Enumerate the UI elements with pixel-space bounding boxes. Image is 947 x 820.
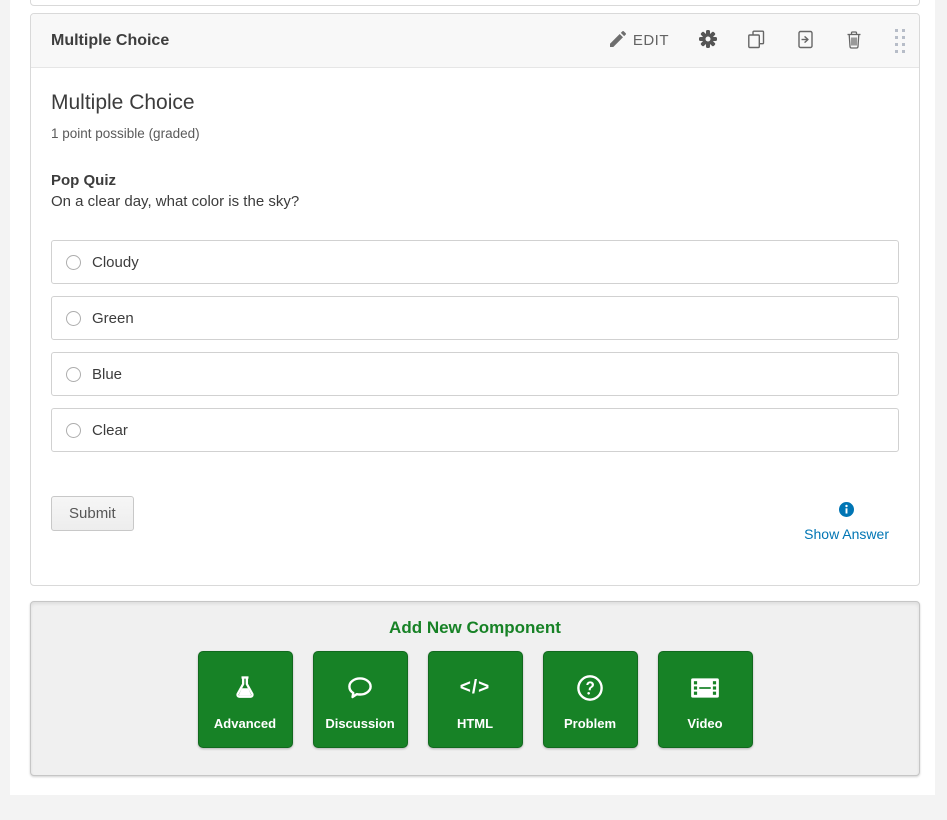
show-answer-link[interactable]: Show Answer bbox=[804, 526, 889, 542]
choice-label: Green bbox=[92, 310, 134, 327]
radio-button[interactable] bbox=[66, 367, 81, 382]
choice-label: Blue bbox=[92, 366, 122, 383]
add-button-label: Video bbox=[687, 716, 722, 731]
add-discussion-button[interactable]: Discussion bbox=[313, 651, 408, 748]
add-button-label: Problem bbox=[564, 716, 616, 731]
choice-group: Cloudy Green Blue Clear bbox=[51, 240, 899, 452]
move-button[interactable] bbox=[796, 30, 815, 52]
choice-option[interactable]: Green bbox=[51, 296, 899, 340]
drag-handle-icon[interactable] bbox=[895, 29, 905, 53]
component-card-header: Multiple Choice EDIT bbox=[31, 14, 919, 68]
speech-bubble-icon bbox=[345, 669, 375, 707]
previous-component-edge bbox=[30, 0, 920, 6]
flask-icon bbox=[231, 669, 259, 707]
component-actions: EDIT bbox=[610, 29, 905, 53]
choice-option[interactable]: Blue bbox=[51, 352, 899, 396]
problem-preview: Multiple Choice 1 point possible (graded… bbox=[31, 68, 919, 585]
info-icon bbox=[839, 502, 854, 522]
problem-actions-row: Submit Show Answer bbox=[51, 496, 899, 542]
points-text: 1 point possible (graded) bbox=[51, 125, 899, 143]
delete-button[interactable] bbox=[845, 30, 863, 52]
add-component-title: Add New Component bbox=[31, 602, 919, 638]
edit-button[interactable]: EDIT bbox=[610, 31, 669, 50]
gear-icon bbox=[699, 30, 717, 51]
move-icon bbox=[796, 30, 815, 52]
choice-label: Cloudy bbox=[92, 254, 139, 271]
add-video-button[interactable]: Video bbox=[658, 651, 753, 748]
choice-option[interactable]: Clear bbox=[51, 408, 899, 452]
duplicate-button[interactable] bbox=[747, 30, 766, 52]
content-area: Multiple Choice EDIT bbox=[10, 0, 935, 795]
add-button-label: Discussion bbox=[325, 716, 394, 731]
add-advanced-button[interactable]: Advanced bbox=[198, 651, 293, 748]
submit-button[interactable]: Submit bbox=[51, 496, 134, 531]
film-strip-icon bbox=[689, 669, 721, 707]
radio-button[interactable] bbox=[66, 311, 81, 326]
radio-button[interactable] bbox=[66, 423, 81, 438]
code-icon: </> bbox=[460, 669, 490, 707]
choice-option[interactable]: Cloudy bbox=[51, 240, 899, 284]
add-button-label: HTML bbox=[457, 716, 493, 731]
duplicate-icon bbox=[747, 30, 766, 52]
component-title: Multiple Choice bbox=[51, 32, 169, 50]
radio-button[interactable] bbox=[66, 255, 81, 270]
add-html-button[interactable]: </> HTML bbox=[428, 651, 523, 748]
problem-title: Multiple Choice bbox=[51, 90, 899, 116]
question-heading: Pop Quiz bbox=[51, 171, 899, 191]
add-component-buttons: Advanced Discussion </> HTML bbox=[31, 651, 919, 748]
question-text: On a clear day, what color is the sky? bbox=[51, 191, 899, 212]
show-answer-block: Show Answer bbox=[804, 502, 889, 542]
question-circle-icon bbox=[576, 669, 604, 707]
choice-label: Clear bbox=[92, 422, 128, 439]
trash-icon bbox=[845, 30, 863, 52]
add-problem-button[interactable]: Problem bbox=[543, 651, 638, 748]
pencil-icon bbox=[610, 31, 626, 50]
edit-button-label: EDIT bbox=[633, 32, 669, 49]
settings-button[interactable] bbox=[699, 30, 717, 51]
add-new-component-panel: Add New Component Advanced bbox=[30, 601, 920, 776]
multiple-choice-component-card: Multiple Choice EDIT bbox=[30, 13, 920, 586]
add-button-label: Advanced bbox=[214, 716, 276, 731]
